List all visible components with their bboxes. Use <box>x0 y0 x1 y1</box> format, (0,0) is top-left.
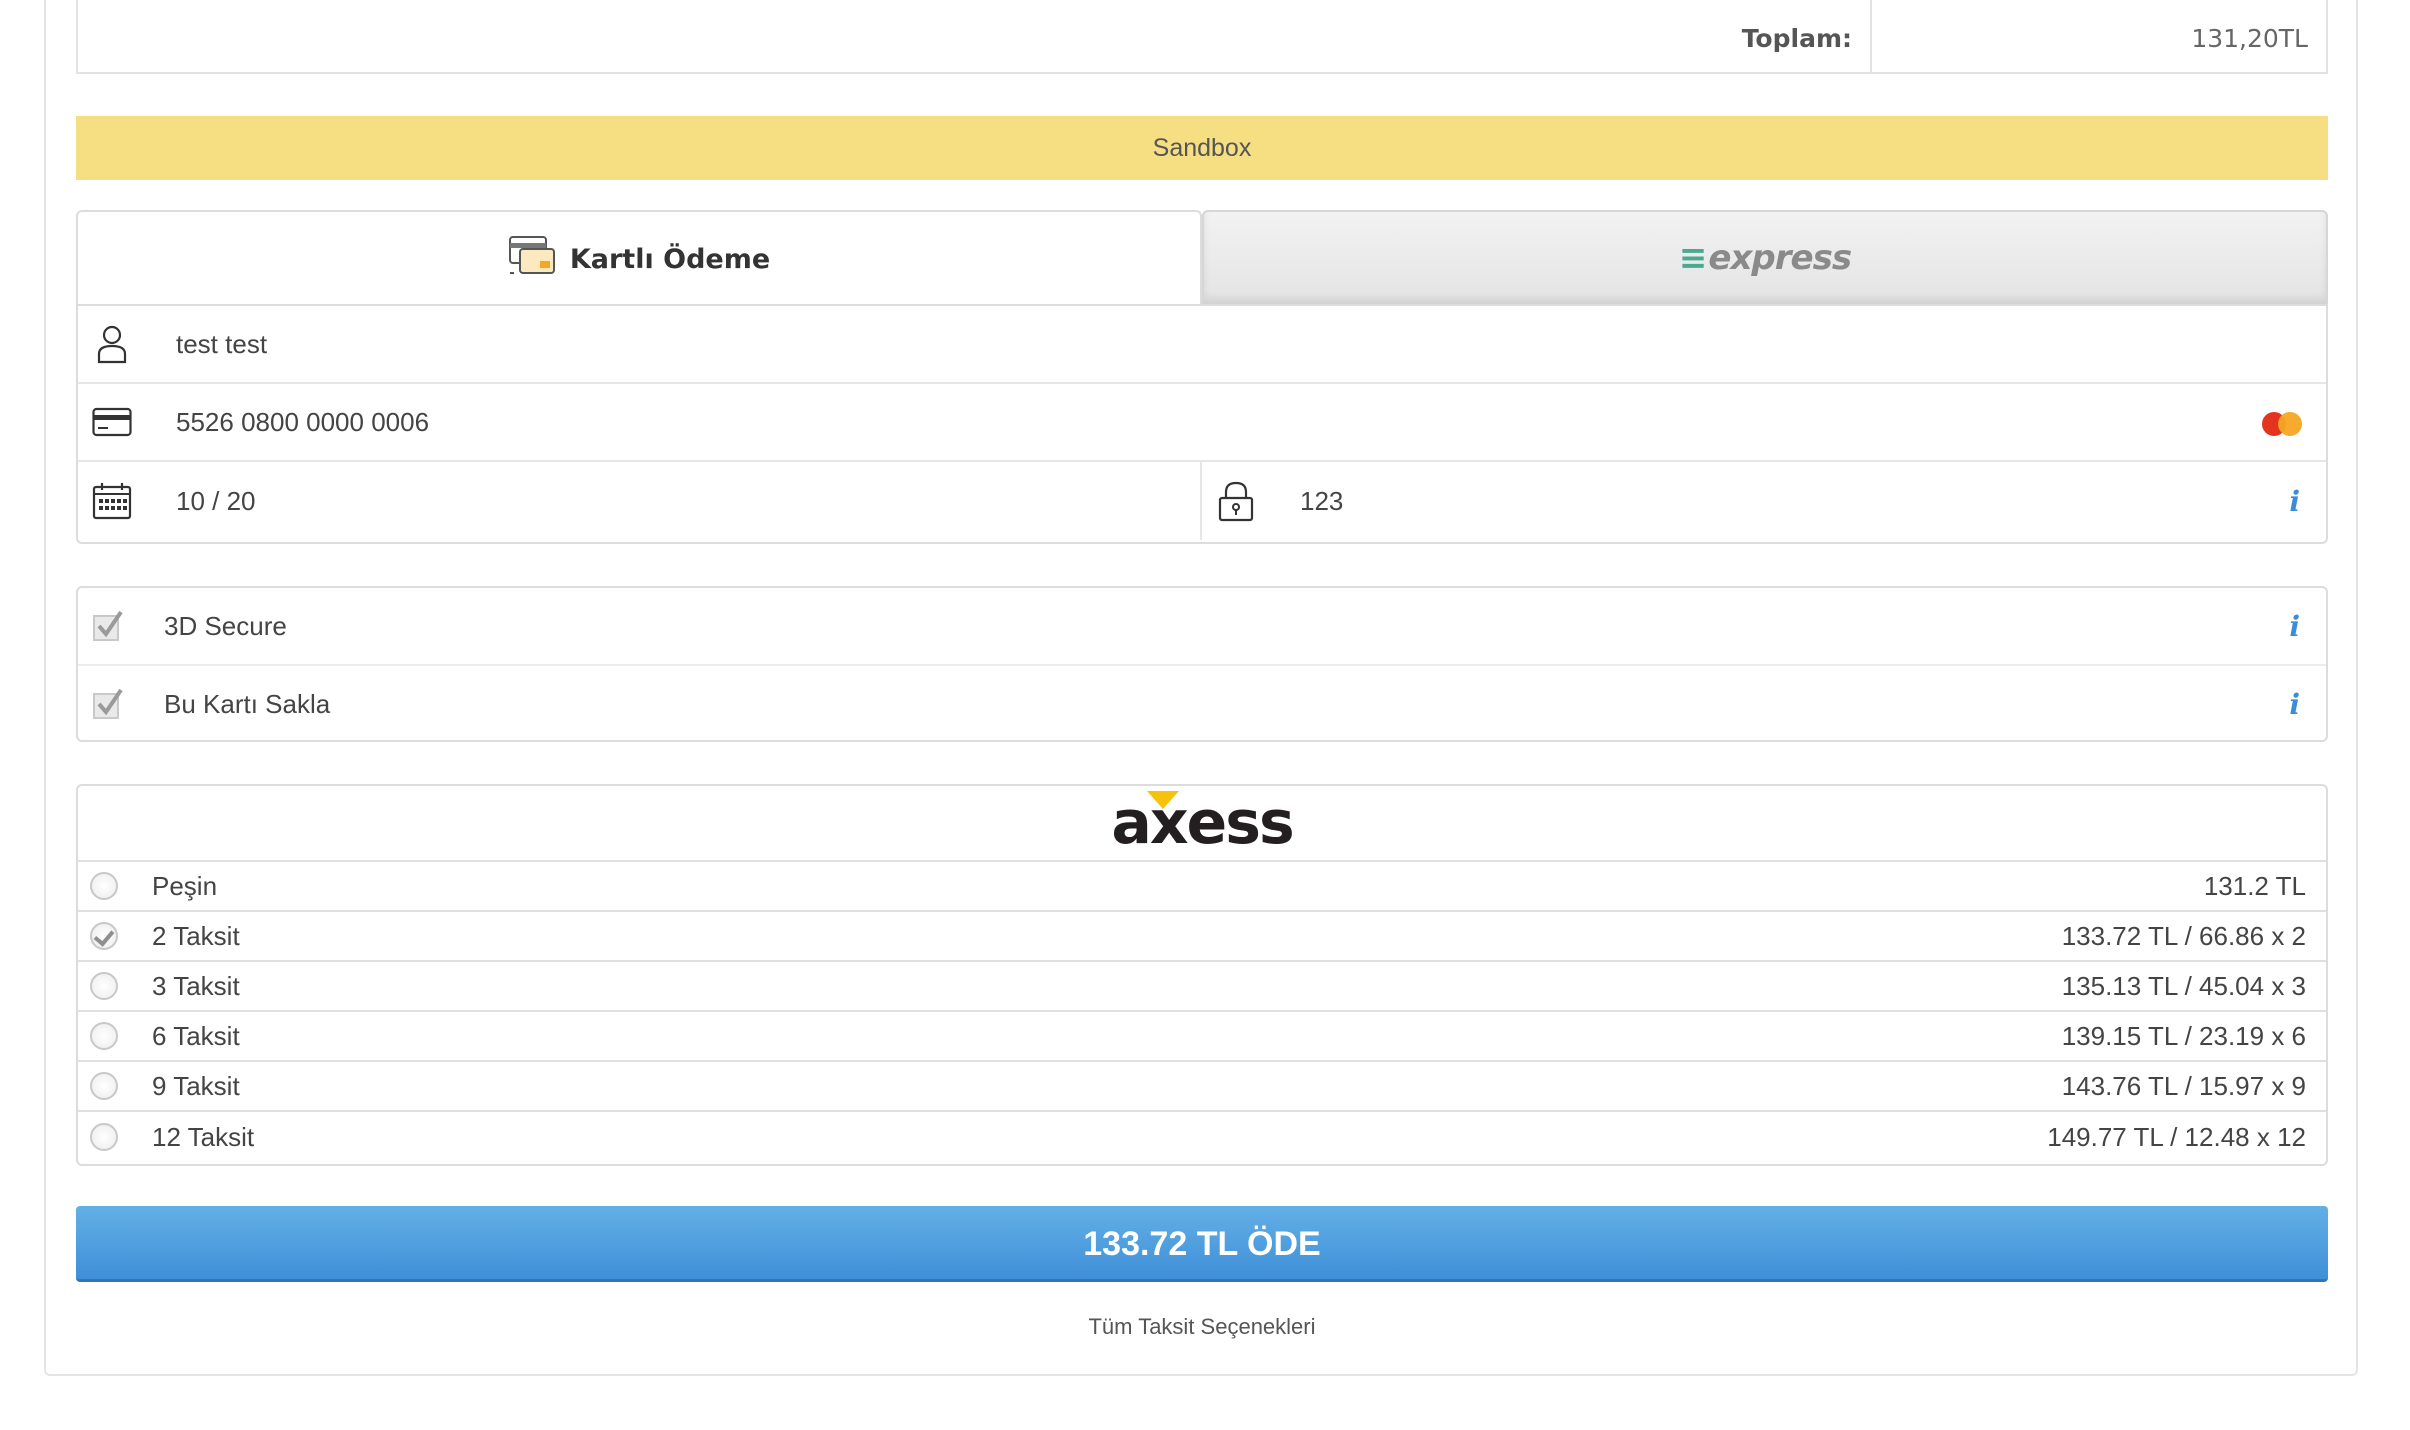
axess-logo-accent <box>1147 791 1180 809</box>
axess-logo: axess <box>1111 791 1295 853</box>
express-logo: ≡express <box>1678 238 1852 278</box>
payment-tabs: Kartlı Ödeme ≡express <box>76 210 2328 306</box>
cvv-field[interactable]: 123 i <box>1202 462 2326 540</box>
installment-amount: 131.2 TL <box>2203 870 2306 901</box>
lock-icon <box>1206 480 1266 522</box>
save-card-option[interactable]: Bu Kartı Sakla i <box>78 666 2326 742</box>
secure-3d-label: 3D Secure <box>164 610 287 641</box>
bank-logo: axess <box>78 786 2326 862</box>
installment-label: Peşin <box>152 870 218 901</box>
tab-express[interactable]: ≡express <box>1202 210 2328 306</box>
card-payment-icon <box>508 235 556 284</box>
installment-label: 9 Taksit <box>152 1070 240 1101</box>
installment-rows: Peşin 131.2 TL 2 Taksit 133.72 TL / 66.86 x… <box>78 862 2326 1162</box>
installment-label: 3 Taksit <box>152 970 240 1001</box>
secure-info-icon[interactable]: i <box>2289 610 2300 643</box>
secure-3d-option[interactable]: 3D Secure i <box>78 588 2326 666</box>
all-installment-options-link[interactable]: Tüm Taksit Seçenekleri <box>76 1314 2328 1340</box>
radio-icon[interactable] <box>90 872 118 900</box>
user-icon <box>82 324 142 364</box>
card-options: 3D Secure i Bu Kartı Sakla i <box>76 586 2328 742</box>
credit-card-icon <box>82 407 142 437</box>
card-number-row[interactable]: 5526 0800 0000 0006 <box>78 384 2326 462</box>
installment-row[interactable]: Peşin 131.2 TL <box>78 862 2326 912</box>
total-label: Toplam: <box>78 0 1872 72</box>
installment-amount: 133.72 TL / 66.86 x 2 <box>2061 920 2306 951</box>
tab-card-payment[interactable]: Kartlı Ödeme <box>76 210 1202 306</box>
radio-icon[interactable] <box>90 1072 118 1100</box>
cardholder-name-input[interactable]: test test <box>176 329 267 360</box>
installment-amount: 143.76 TL / 15.97 x 9 <box>2061 1070 2306 1101</box>
expiry-field[interactable]: 10 / 20 <box>78 462 1202 540</box>
cvv-input[interactable]: 123 <box>1300 486 1343 517</box>
installment-row[interactable]: 3 Taksit 135.13 TL / 45.04 x 3 <box>78 962 2326 1012</box>
expiry-cvv-row: 10 / 20 123 i <box>78 462 2326 540</box>
checkbox-checked-icon[interactable] <box>92 688 124 720</box>
sandbox-banner: Sandbox <box>76 116 2328 180</box>
expiry-input[interactable]: 10 / 20 <box>176 486 256 517</box>
radio-icon[interactable] <box>90 972 118 1000</box>
installment-amount: 149.77 TL / 12.48 x 12 <box>2047 1121 2306 1152</box>
installment-table: axess Peşin 131.2 TL 2 Taksit 133.72 TL / 6… <box>76 784 2328 1166</box>
radio-icon[interactable] <box>90 1123 118 1151</box>
checkbox-checked-icon[interactable] <box>92 610 124 642</box>
card-form: test test 5526 0800 0000 0006 10 / 20 12… <box>76 304 2328 544</box>
name-field-row[interactable]: test test <box>78 306 2326 384</box>
tab-card-label: Kartlı Ödeme <box>569 243 771 275</box>
save-card-label: Bu Kartı Sakla <box>164 688 331 719</box>
calendar-icon <box>82 482 142 520</box>
total-value: 131,20TL <box>2191 24 2308 53</box>
mastercard-icon <box>2258 410 2308 445</box>
save-card-info-icon[interactable]: i <box>2289 688 2300 721</box>
express-label: express <box>1708 238 1852 278</box>
radio-selected-icon[interactable] <box>90 922 118 950</box>
installment-amount: 139.15 TL / 23.19 x 6 <box>2061 1020 2306 1051</box>
installment-amount: 135.13 TL / 45.04 x 3 <box>2061 970 2306 1001</box>
pay-button[interactable]: 133.72 TL ÖDE <box>76 1206 2328 1282</box>
installment-row[interactable]: 6 Taksit 139.15 TL / 23.19 x 6 <box>78 1012 2326 1062</box>
installment-row[interactable]: 9 Taksit 143.76 TL / 15.97 x 9 <box>78 1062 2326 1112</box>
radio-icon[interactable] <box>90 1022 118 1050</box>
installment-label: 12 Taksit <box>152 1121 255 1152</box>
cvv-info-icon[interactable]: i <box>2289 485 2300 518</box>
bank-name: axess <box>1111 788 1294 858</box>
installment-row[interactable]: 2 Taksit 133.72 TL / 66.86 x 2 <box>78 912 2326 962</box>
installment-label: 2 Taksit <box>152 920 240 951</box>
installment-row[interactable]: 12 Taksit 149.77 TL / 12.48 x 12 <box>78 1112 2326 1162</box>
installment-label: 6 Taksit <box>152 1020 240 1051</box>
total-row: Toplam: 131,20TL <box>76 0 2328 74</box>
card-number-input[interactable]: 5526 0800 0000 0006 <box>176 407 429 438</box>
